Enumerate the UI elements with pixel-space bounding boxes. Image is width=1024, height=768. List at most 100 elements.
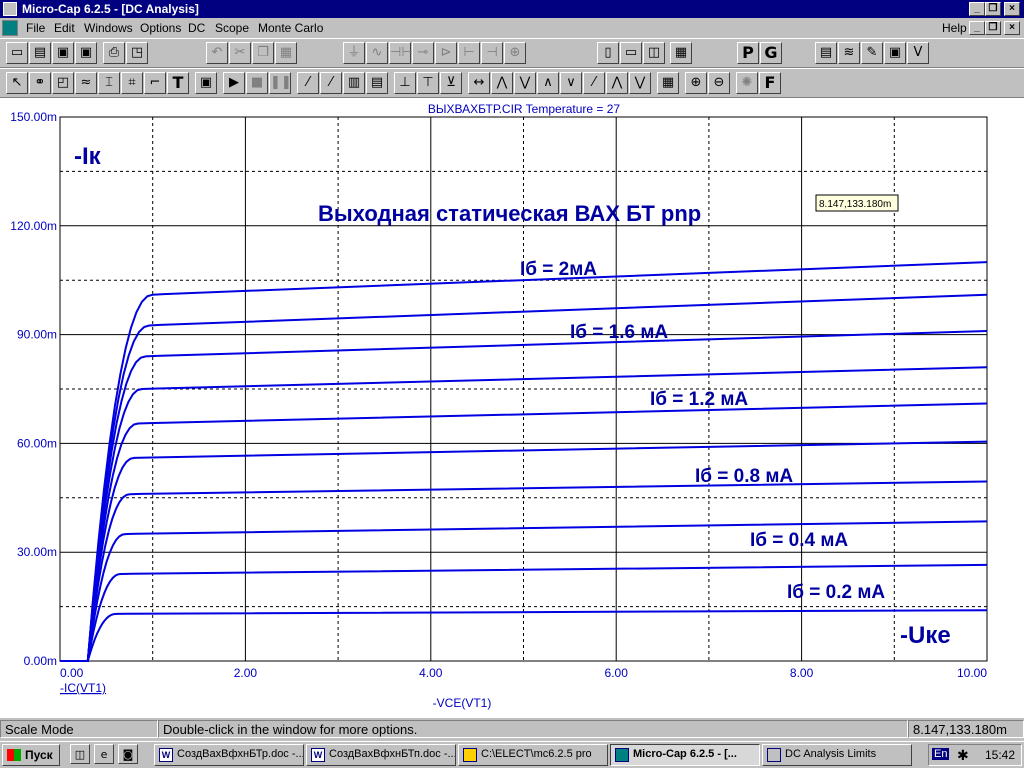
bottom-icon[interactable]: ⋁: [629, 72, 651, 94]
peak-icon[interactable]: ⊥: [394, 72, 416, 94]
tile-window-icon[interactable]: ▯: [597, 42, 619, 64]
menu-dc[interactable]: DC: [188, 21, 205, 35]
dialog-icon: [767, 748, 781, 762]
x-variable-label[interactable]: -IC(VT1): [60, 681, 106, 695]
task-label: C:\ELECT\mc6.2.5 pro: [481, 748, 592, 760]
grid-icon[interactable]: ▥: [343, 72, 365, 94]
print-icon[interactable]: ⎙: [103, 42, 125, 64]
menu-monte-carlo[interactable]: Monte Carlo: [258, 21, 323, 35]
display-icon[interactable]: ▣: [884, 42, 906, 64]
mdi-restore-button[interactable]: ❐: [985, 21, 1001, 35]
probe-icon[interactable]: ✎: [861, 42, 883, 64]
linear-x-icon[interactable]: ⁄: [297, 72, 319, 94]
valley-icon[interactable]: ⊤: [417, 72, 439, 94]
start-button[interactable]: Пуск: [2, 744, 60, 766]
data-table-icon[interactable]: ▦: [657, 72, 679, 94]
select-mode-icon[interactable]: ↖: [6, 72, 28, 94]
paste-icon[interactable]: ▦: [275, 42, 297, 64]
quicklaunch-desktop-icon[interactable]: ◫: [70, 744, 90, 764]
low-icon[interactable]: ⋁: [514, 72, 536, 94]
language-indicator[interactable]: En: [932, 748, 950, 760]
inductor-icon[interactable]: ⊸: [412, 42, 434, 64]
linear-y-icon[interactable]: ⁄: [320, 72, 342, 94]
save-icon[interactable]: ▣: [52, 42, 74, 64]
diode-icon[interactable]: ⊳: [435, 42, 457, 64]
menu-file[interactable]: File: [26, 21, 45, 35]
ground-icon[interactable]: ⏚: [343, 42, 365, 64]
node-voltage-icon[interactable]: V: [907, 42, 929, 64]
app-icon[interactable]: [3, 2, 17, 16]
undo-icon[interactable]: ↶: [206, 42, 228, 64]
quicklaunch-ie-icon[interactable]: e: [94, 744, 114, 764]
slope-icon[interactable]: ⋀: [491, 72, 513, 94]
refresh-icon[interactable]: ✺: [736, 72, 758, 94]
task-doc-1[interactable]: W СоздВахВфхнБТр.doc -...: [154, 744, 304, 766]
menu-help[interactable]: Help: [942, 21, 967, 35]
copy-icon[interactable]: ❐: [252, 42, 274, 64]
menu-edit[interactable]: Edit: [54, 21, 75, 35]
task-dc-limits[interactable]: DC Analysis Limits: [762, 744, 912, 766]
minimize-button[interactable]: _: [969, 2, 985, 16]
split-window-icon[interactable]: ◫: [643, 42, 665, 64]
global-high-icon[interactable]: ∨: [560, 72, 582, 94]
mdi-close-button[interactable]: ×: [1004, 21, 1020, 35]
resistor-icon[interactable]: ∿: [366, 42, 388, 64]
tray-bug-icon[interactable]: ✱: [957, 747, 969, 764]
mdi-icon[interactable]: [2, 20, 18, 36]
horizontal-icon[interactable]: ↔: [468, 72, 490, 94]
word-icon: W: [311, 748, 325, 762]
stop-icon[interactable]: ■: [246, 72, 268, 94]
text-mode-icon[interactable]: T: [167, 72, 189, 94]
properties-icon[interactable]: ▣: [195, 72, 217, 94]
high-icon[interactable]: ⊻: [440, 72, 462, 94]
inflection-icon[interactable]: ∧: [537, 72, 559, 94]
cascade-window-icon[interactable]: ▭: [620, 42, 642, 64]
p-button[interactable]: P: [737, 42, 759, 64]
maximize-button[interactable]: ❐: [985, 2, 1001, 16]
task-folder[interactable]: C:\ELECT\mc6.2.5 pro: [458, 744, 608, 766]
calculator-icon[interactable]: ▦: [670, 42, 692, 64]
global-low-icon[interactable]: ⁄: [583, 72, 605, 94]
minor-grid-icon[interactable]: ▤: [366, 72, 388, 94]
cut-icon[interactable]: ✂: [229, 42, 251, 64]
status-hint: Double-click in the window for more opti…: [158, 720, 908, 738]
zoom-out-icon[interactable]: ⊖: [708, 72, 730, 94]
menu-windows[interactable]: Windows: [84, 21, 133, 35]
point-mode-icon[interactable]: ⌐: [144, 72, 166, 94]
save-all-icon[interactable]: ▣: [75, 42, 97, 64]
task-microcap[interactable]: Micro-Cap 6.2.5 - [...: [610, 744, 760, 766]
pause-icon[interactable]: ❚❚: [269, 72, 292, 94]
tag-mode-icon[interactable]: ⌗: [121, 72, 143, 94]
scale-mode-icon[interactable]: ◰: [52, 72, 74, 94]
zoom-in-icon[interactable]: ⊕: [685, 72, 707, 94]
plot-window[interactable]: 0.00 2.00 4.00 6.00 8.00 10.00 0.00m 30.00m 60.0…: [0, 98, 1024, 718]
top-icon[interactable]: ⋀: [606, 72, 628, 94]
menu-scope[interactable]: Scope: [215, 21, 249, 35]
source-icon[interactable]: ⊕: [504, 42, 526, 64]
npn-icon[interactable]: ⊣: [481, 42, 503, 64]
word-icon: W: [159, 748, 173, 762]
y-tick-label: 60.00m: [17, 436, 57, 450]
task-doc-2[interactable]: W СоздВахВфхнБТп.doc -...: [306, 744, 456, 766]
menu-options[interactable]: Options: [140, 21, 181, 35]
x-expression-label[interactable]: -VCE(VT1): [433, 696, 492, 710]
g-button[interactable]: G: [760, 42, 782, 64]
wave-mode-icon[interactable]: ≈: [75, 72, 97, 94]
capacitor-icon[interactable]: ⊣⊢: [389, 42, 413, 64]
run-icon[interactable]: ▶: [223, 72, 245, 94]
clock: 15:42: [984, 748, 1015, 762]
component-list-icon[interactable]: ▤: [815, 42, 837, 64]
open-file-icon[interactable]: ▤: [29, 42, 51, 64]
waveform-icon[interactable]: ≋: [838, 42, 860, 64]
quicklaunch-channels-icon[interactable]: ◙: [118, 744, 138, 764]
node-mode-icon[interactable]: ⚭: [29, 72, 51, 94]
curve-label-1-6ma: Iб = 1.6 мА: [570, 322, 668, 343]
new-file-icon[interactable]: ▭: [6, 42, 28, 64]
close-button[interactable]: ×: [1004, 2, 1020, 16]
mdi-minimize-button[interactable]: _: [969, 21, 985, 35]
f-button[interactable]: F: [759, 72, 781, 94]
dc-analysis-plot[interactable]: 0.00 2.00 4.00 6.00 8.00 10.00 0.00m 30.00m 60.0…: [0, 98, 1024, 718]
battery-icon[interactable]: ⊢: [458, 42, 480, 64]
print-preview-icon[interactable]: ◳: [126, 42, 148, 64]
cursor-mode-icon[interactable]: ⌶: [98, 72, 120, 94]
